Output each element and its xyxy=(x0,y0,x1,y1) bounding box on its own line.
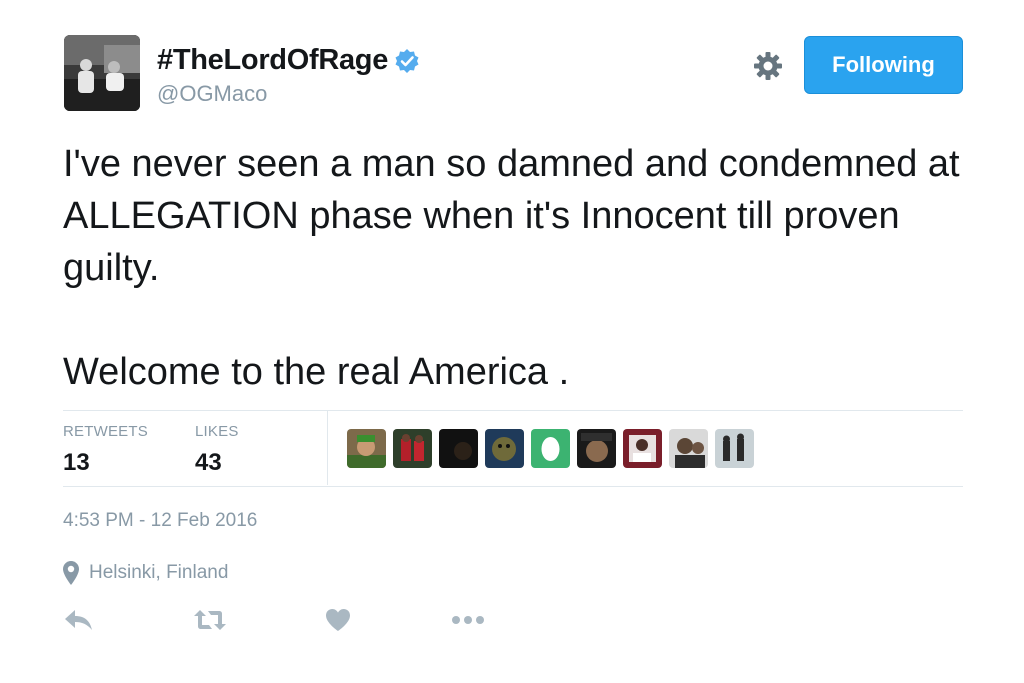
liker-avatar[interactable] xyxy=(439,429,478,468)
author-display-name[interactable]: #TheLordOfRage xyxy=(157,44,388,77)
liker-avatar[interactable] xyxy=(347,429,386,468)
likes-count[interactable]: 43 xyxy=(195,449,222,477)
gear-icon[interactable] xyxy=(752,50,784,82)
retweet-icon[interactable] xyxy=(193,604,227,636)
reply-icon[interactable] xyxy=(64,604,94,636)
tweet-actions xyxy=(0,604,1024,636)
stats-divider xyxy=(327,411,328,485)
liker-avatar[interactable] xyxy=(715,429,754,468)
following-button[interactable]: Following xyxy=(804,36,963,94)
retweets-label[interactable]: RETWEETS xyxy=(63,423,148,440)
author-handle[interactable]: @OGMaco xyxy=(157,81,267,107)
liker-avatar[interactable] xyxy=(623,429,662,468)
verified-badge-icon xyxy=(394,48,420,74)
liker-avatars xyxy=(347,429,754,468)
liker-avatar[interactable] xyxy=(577,429,616,468)
liker-avatar[interactable] xyxy=(485,429,524,468)
tweet-stats: RETWEETS 13 LIKES 43 xyxy=(63,411,963,485)
tweet-timestamp[interactable]: 4:53 PM - 12 Feb 2016 xyxy=(63,510,257,532)
likes-label[interactable]: LIKES xyxy=(195,423,239,440)
author-avatar[interactable] xyxy=(64,35,140,111)
divider xyxy=(63,486,963,487)
tweet-paragraph: I've never seen a man so damned and cond… xyxy=(63,143,960,289)
like-icon[interactable] xyxy=(325,604,351,636)
more-icon[interactable] xyxy=(451,604,485,636)
tweet-text: I've never seen a man so damned and cond… xyxy=(63,138,963,398)
retweets-count[interactable]: 13 xyxy=(63,449,90,477)
location-text[interactable]: Helsinki, Finland xyxy=(89,562,228,584)
liker-avatar[interactable] xyxy=(669,429,708,468)
liker-avatar[interactable] xyxy=(393,429,432,468)
tweet-location[interactable]: Helsinki, Finland xyxy=(63,561,228,585)
liker-avatar[interactable] xyxy=(531,429,570,468)
location-pin-icon xyxy=(63,561,79,585)
author-display-name-row[interactable]: #TheLordOfRage xyxy=(157,44,420,77)
tweet-paragraph: Welcome to the real America . xyxy=(63,351,570,393)
